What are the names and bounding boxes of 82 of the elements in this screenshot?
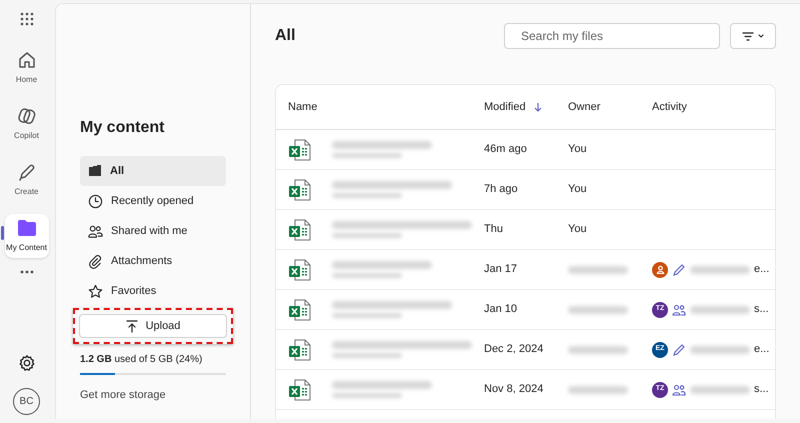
sort-descending-icon	[534, 102, 542, 112]
get-more-storage-link[interactable]: Get more storage	[80, 387, 226, 404]
sidebar-nav-item[interactable]: Shared with me	[80, 216, 226, 246]
spreadsheet-file-icon	[288, 138, 312, 162]
upload-button[interactable]: Upload	[79, 314, 227, 338]
column-header[interactable]: Name	[288, 98, 318, 116]
copilot-icon	[16, 106, 36, 126]
modified-cell-text: Nov 8, 2024	[484, 382, 544, 398]
people-icon	[672, 302, 686, 316]
spreadsheet-file-icon	[288, 378, 312, 402]
modified-cell-text: Dec 2, 2024	[484, 342, 544, 358]
modified-cell-text: Thu	[484, 222, 504, 238]
rail-nav-item[interactable]: Copilot	[4, 102, 48, 146]
column-header[interactable]: Owner	[568, 98, 600, 116]
sidebar-nav-item[interactable]: Recently opened	[80, 186, 226, 216]
home-icon	[16, 50, 36, 70]
person-icon	[656, 265, 664, 274]
stack-icon	[88, 164, 102, 178]
redacted-file-location	[332, 153, 402, 158]
filter-button[interactable]	[730, 23, 776, 49]
selection-indicator	[0, 226, 4, 240]
file-row[interactable]: 46m ago You	[276, 130, 775, 170]
storage-usage-text: 1.2 GB used of 5 GB (24%)	[80, 353, 204, 367]
owner-cell: You	[568, 223, 587, 236]
column-header[interactable]: Activity	[652, 98, 687, 116]
redacted-activity-text	[690, 386, 750, 394]
spreadsheet-file-icon	[288, 258, 312, 282]
redacted-activity-text	[690, 266, 750, 274]
spreadsheet-file-icon	[288, 338, 312, 362]
sidebar-nav-item[interactable]: Attachments	[80, 246, 226, 276]
pencil-icon	[672, 342, 686, 356]
redacted-activity-text	[690, 306, 750, 314]
star-icon	[88, 284, 103, 298]
owner-cell: You	[568, 143, 587, 156]
paperclip-icon	[88, 254, 103, 268]
redacted-owner	[568, 266, 628, 274]
owner-cell: You	[568, 183, 587, 196]
spreadsheet-file-icon	[288, 178, 312, 202]
app-launcher-icon[interactable]	[20, 12, 34, 26]
file-row[interactable]: 7h ago You	[276, 170, 775, 210]
modified-cell-text: Jan 10	[484, 302, 518, 318]
redacted-file-location	[332, 393, 402, 398]
redacted-owner	[568, 346, 628, 354]
file-row[interactable]: Thu You	[276, 210, 775, 250]
redacted-owner	[568, 386, 628, 394]
pen-icon	[16, 162, 36, 182]
activity-text: s...	[754, 382, 769, 398]
user-avatar[interactable]: BC	[13, 388, 40, 415]
modified-cell-text: Jan 17	[484, 262, 518, 278]
modified-cell-text: 7h ago	[484, 182, 519, 198]
more-icon[interactable]	[20, 270, 34, 274]
folder-icon	[16, 218, 38, 238]
activity-text: s...	[754, 302, 769, 318]
sidebar-nav-item[interactable]: All	[80, 156, 226, 186]
sidebar-title: My content	[80, 118, 166, 138]
pencil-icon	[672, 262, 686, 276]
search-field[interactable]: Search my files	[504, 23, 720, 49]
activity-text: e...	[754, 342, 770, 358]
spreadsheet-file-icon	[288, 218, 312, 242]
filter-icon	[742, 32, 754, 40]
rail-nav-item[interactable]: Create	[4, 158, 48, 202]
upload-icon	[126, 320, 138, 332]
redacted-file-location	[332, 233, 402, 238]
people-icon	[672, 382, 686, 396]
column-header[interactable]: Modified	[484, 98, 542, 116]
redacted-file-location	[332, 313, 402, 318]
redacted-file-location	[332, 193, 402, 198]
people-icon	[88, 224, 103, 238]
redacted-owner	[568, 306, 628, 314]
settings-icon[interactable]	[18, 354, 36, 372]
modified-cell-text: 46m ago	[484, 142, 528, 158]
spreadsheet-file-icon	[288, 298, 312, 322]
page-title: All	[275, 26, 296, 46]
sidebar-nav-item[interactable]: Favorites	[80, 276, 226, 306]
clock-icon	[88, 194, 103, 208]
redacted-activity-text	[690, 346, 750, 354]
rail-nav-item[interactable]: Home	[4, 46, 48, 90]
redacted-file-location	[332, 353, 402, 358]
file-row[interactable]: Jan 17 e...	[276, 250, 775, 290]
activity-text: e...	[754, 262, 770, 278]
chevron-down-icon	[758, 34, 764, 38]
redacted-file-location	[332, 273, 402, 278]
